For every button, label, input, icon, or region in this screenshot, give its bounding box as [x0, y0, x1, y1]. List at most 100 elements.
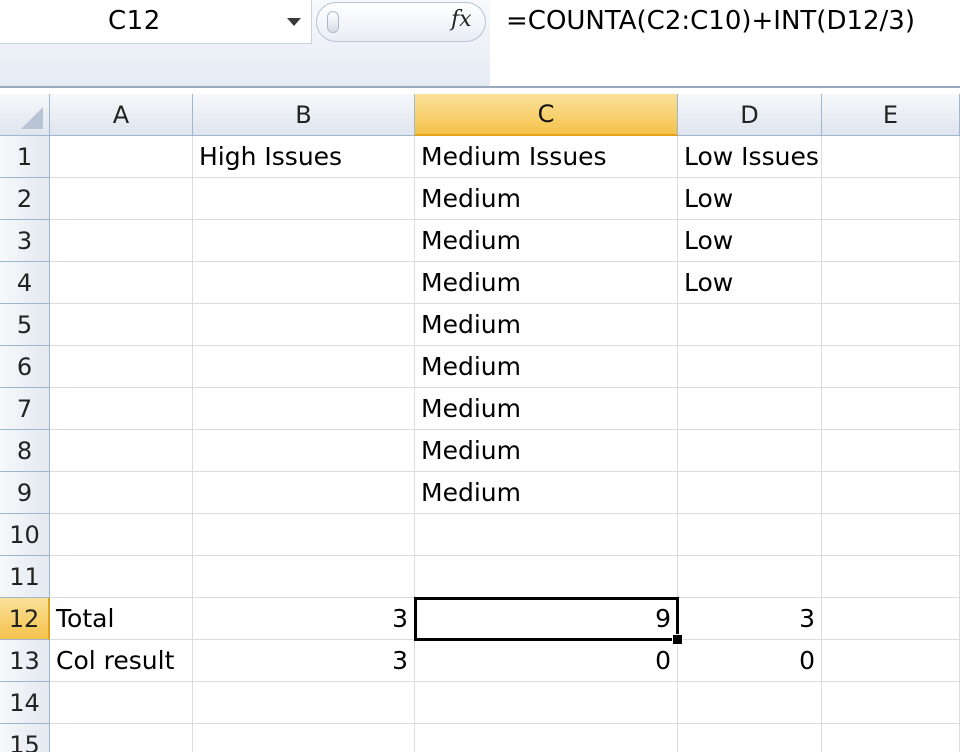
cell-d3[interactable]: Low: [678, 220, 822, 262]
cell-c8[interactable]: Medium: [415, 430, 678, 472]
cell-e11[interactable]: [822, 556, 960, 598]
cell-a7[interactable]: [50, 388, 193, 430]
cell-e15[interactable]: [822, 724, 960, 752]
cell-c6[interactable]: Medium: [415, 346, 678, 388]
cell-a2[interactable]: [50, 178, 193, 220]
cell-b2[interactable]: [193, 178, 415, 220]
cell-c7[interactable]: Medium: [415, 388, 678, 430]
select-all-button[interactable]: [0, 94, 50, 136]
cell-d1[interactable]: Low Issues: [678, 136, 822, 178]
formula-input[interactable]: =COUNTA(C2:C10)+INT(D12/3): [490, 0, 960, 86]
cell-d5[interactable]: [678, 304, 822, 346]
cell-a3[interactable]: [50, 220, 193, 262]
cell-e3[interactable]: [822, 220, 960, 262]
column-header-c[interactable]: C: [415, 94, 678, 136]
insert-function-icon[interactable]: fx: [451, 7, 472, 32]
cell-e2[interactable]: [822, 178, 960, 220]
cell-a10[interactable]: [50, 514, 193, 556]
row-header-4[interactable]: 4: [0, 262, 50, 304]
cell-a14[interactable]: [50, 682, 193, 724]
cell-b11[interactable]: [193, 556, 415, 598]
cell-a6[interactable]: [50, 346, 193, 388]
cell-e1[interactable]: [822, 136, 960, 178]
cell-c11[interactable]: [415, 556, 678, 598]
cell-a13[interactable]: Col result: [50, 640, 193, 682]
column-header-d[interactable]: D: [678, 94, 822, 136]
cell-c4[interactable]: Medium: [415, 262, 678, 304]
cell-c1[interactable]: Medium Issues: [415, 136, 678, 178]
column-header-a[interactable]: A: [50, 94, 193, 136]
cell-b3[interactable]: [193, 220, 415, 262]
cell-e13[interactable]: [822, 640, 960, 682]
cell-b7[interactable]: [193, 388, 415, 430]
row-header-9[interactable]: 9: [0, 472, 50, 514]
row-header-14[interactable]: 14: [0, 682, 50, 724]
cell-c5[interactable]: Medium: [415, 304, 678, 346]
row-header-15[interactable]: 15: [0, 724, 50, 752]
cell-c2[interactable]: Medium: [415, 178, 678, 220]
cell-a4[interactable]: [50, 262, 193, 304]
cell-d10[interactable]: [678, 514, 822, 556]
cell-d11[interactable]: [678, 556, 822, 598]
column-header-b[interactable]: B: [193, 94, 415, 136]
cell-b13[interactable]: 3: [193, 640, 415, 682]
cell-e14[interactable]: [822, 682, 960, 724]
namebox-splitter-handle[interactable]: [327, 11, 339, 33]
cell-a12[interactable]: Total: [50, 598, 193, 640]
cell-a5[interactable]: [50, 304, 193, 346]
cell-b12[interactable]: 3: [193, 598, 415, 640]
cell-c9[interactable]: Medium: [415, 472, 678, 514]
row-header-13[interactable]: 13: [0, 640, 50, 682]
cell-b8[interactable]: [193, 430, 415, 472]
row-header-5[interactable]: 5: [0, 304, 50, 346]
row-header-11[interactable]: 11: [0, 556, 50, 598]
cell-c15[interactable]: [415, 724, 678, 752]
cell-e4[interactable]: [822, 262, 960, 304]
cell-b1[interactable]: High Issues: [193, 136, 415, 178]
cell-a1[interactable]: [50, 136, 193, 178]
cell-d4[interactable]: Low: [678, 262, 822, 304]
cell-a8[interactable]: [50, 430, 193, 472]
cell-e6[interactable]: [822, 346, 960, 388]
cell-d8[interactable]: [678, 430, 822, 472]
cell-b6[interactable]: [193, 346, 415, 388]
row-header-3[interactable]: 3: [0, 220, 50, 262]
cell-b9[interactable]: [193, 472, 415, 514]
cell-c3[interactable]: Medium: [415, 220, 678, 262]
cell-e8[interactable]: [822, 430, 960, 472]
cell-e9[interactable]: [822, 472, 960, 514]
row-header-7[interactable]: 7: [0, 388, 50, 430]
cell-d2[interactable]: Low: [678, 178, 822, 220]
row-header-2[interactable]: 2: [0, 178, 50, 220]
cell-d9[interactable]: [678, 472, 822, 514]
name-box[interactable]: C12: [0, 0, 312, 44]
column-header-e[interactable]: E: [822, 94, 960, 136]
row-header-6[interactable]: 6: [0, 346, 50, 388]
row-header-8[interactable]: 8: [0, 430, 50, 472]
name-box-dropdown-button[interactable]: [282, 10, 306, 34]
row-header-10[interactable]: 10: [0, 514, 50, 556]
cell-c12[interactable]: 9: [414, 597, 679, 641]
cell-a15[interactable]: [50, 724, 193, 752]
row-header-1[interactable]: 1: [0, 136, 50, 178]
cell-a9[interactable]: [50, 472, 193, 514]
cell-b5[interactable]: [193, 304, 415, 346]
row-header-12[interactable]: 12: [0, 598, 50, 640]
cell-c13[interactable]: 0: [415, 640, 678, 682]
cell-d6[interactable]: [678, 346, 822, 388]
cell-b14[interactable]: [193, 682, 415, 724]
cell-c14[interactable]: [415, 682, 678, 724]
cell-b10[interactable]: [193, 514, 415, 556]
fill-handle[interactable]: [672, 634, 683, 645]
cell-e10[interactable]: [822, 514, 960, 556]
cell-b4[interactable]: [193, 262, 415, 304]
cell-d12[interactable]: 3: [678, 598, 822, 640]
cell-d15[interactable]: [678, 724, 822, 752]
cell-d13[interactable]: 0: [678, 640, 822, 682]
cell-d7[interactable]: [678, 388, 822, 430]
cell-e7[interactable]: [822, 388, 960, 430]
cell-a11[interactable]: [50, 556, 193, 598]
cell-b15[interactable]: [193, 724, 415, 752]
cell-e5[interactable]: [822, 304, 960, 346]
cell-c10[interactable]: [415, 514, 678, 556]
